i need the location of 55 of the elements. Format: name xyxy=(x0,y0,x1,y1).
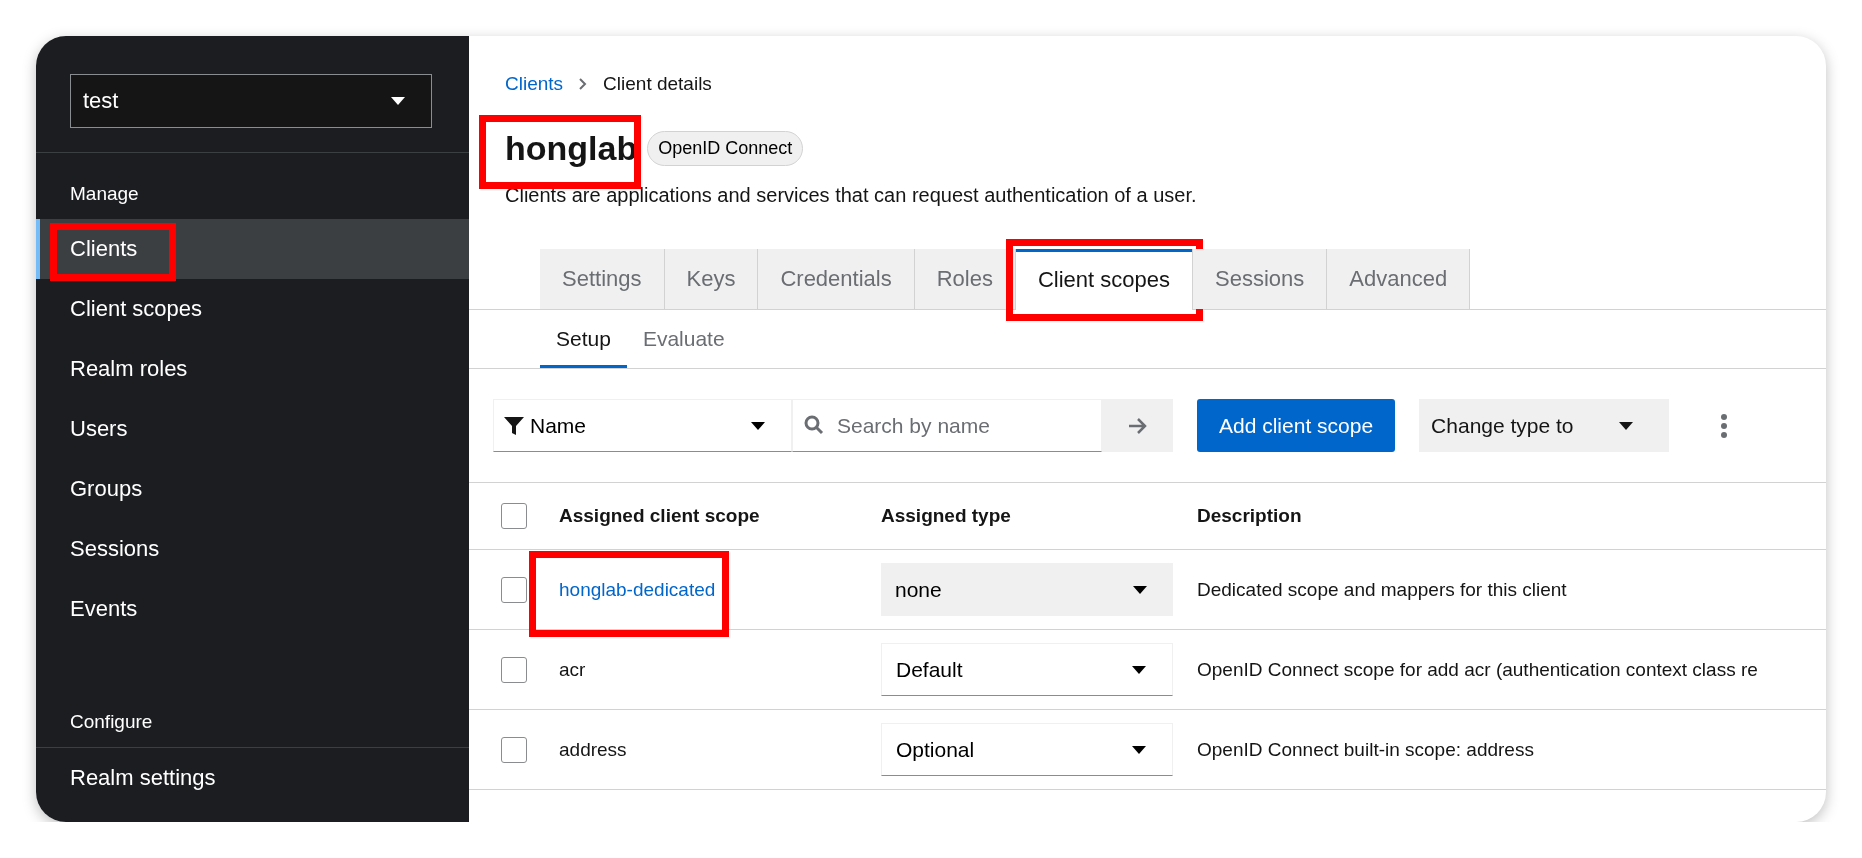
page-description: Clients are applications and services that can request authentication of a user. xyxy=(505,184,1198,207)
tab[interactable]: Credentials xyxy=(758,249,915,309)
caret-icon xyxy=(751,421,765,430)
table-cell: OpenID Connect built-in scope: address xyxy=(1197,738,1534,760)
realm-select[interactable]: test xyxy=(70,74,432,128)
sidebar-item[interactable]: Client scopes xyxy=(36,279,469,339)
column-header: Description xyxy=(1197,505,1302,526)
caret-icon xyxy=(1132,665,1146,674)
caret-icon xyxy=(391,97,405,105)
section-heading: Manage xyxy=(69,183,140,205)
sidebar-item[interactable]: Users xyxy=(36,399,469,459)
checkbox[interactable] xyxy=(501,503,527,529)
type-select[interactable]: Default xyxy=(881,643,1173,696)
sub-tab[interactable]: Setup xyxy=(540,310,627,368)
search-icon xyxy=(804,415,824,435)
search-field[interactable]: Search by name xyxy=(792,399,1102,452)
caret-icon xyxy=(1132,745,1146,754)
checkbox[interactable] xyxy=(501,736,527,763)
sidebar-item[interactable]: Events xyxy=(36,579,469,639)
tab[interactable]: Settings xyxy=(540,249,665,309)
chevron-icon xyxy=(579,78,588,90)
kebab-menu-icon[interactable] xyxy=(1721,413,1728,438)
tab[interactable]: Sessions xyxy=(1193,249,1328,309)
breadcrumb-link[interactable]: Clients xyxy=(505,73,564,95)
type-select[interactable]: Optional xyxy=(881,723,1173,776)
page-title: honglab xyxy=(505,129,638,168)
caret-icon xyxy=(1133,585,1147,594)
sidebar-item[interactable]: Clients xyxy=(36,219,469,279)
filter-select[interactable]: Name xyxy=(493,399,792,452)
breadcrumb-current: Client details xyxy=(603,73,712,95)
add-client-scope-button[interactable]: Add client scope xyxy=(1197,399,1396,452)
tab[interactable]: Advanced xyxy=(1327,249,1471,309)
sub-tab[interactable]: Evaluate xyxy=(626,310,741,368)
tab[interactable]: Roles xyxy=(914,249,1016,309)
filter-icon xyxy=(504,415,524,436)
checkbox[interactable] xyxy=(501,576,527,603)
column-header: Assigned client scope xyxy=(559,505,760,526)
sidebar-item[interactable]: Groups xyxy=(36,459,469,519)
table-cell: OpenID Connect scope for add acr (authentication context class re xyxy=(1197,658,1758,680)
sidebar-item[interactable]: Realm settings xyxy=(36,748,469,808)
arrow-right-icon xyxy=(1127,416,1148,435)
sidebar-item[interactable]: Sessions xyxy=(36,519,469,579)
change-type-dropdown[interactable]: Change type to xyxy=(1419,399,1670,452)
table-cell: address xyxy=(559,738,627,760)
table-cell: acr xyxy=(559,658,586,680)
scope-link[interactable]: honglab-dedicated xyxy=(559,578,716,600)
checkbox[interactable] xyxy=(501,656,527,683)
caret-icon xyxy=(1619,421,1634,430)
tab[interactable]: Client scopes xyxy=(1015,249,1194,310)
protocol-badge: OpenID Connect xyxy=(647,131,804,166)
column-header: Assigned type xyxy=(881,505,1011,526)
section-heading: Configure xyxy=(36,711,469,748)
tab[interactable]: Keys xyxy=(664,249,759,309)
sidebar-item[interactable]: Realm roles xyxy=(36,339,469,399)
table-cell: Dedicated scope and mappers for this client xyxy=(1197,578,1567,600)
